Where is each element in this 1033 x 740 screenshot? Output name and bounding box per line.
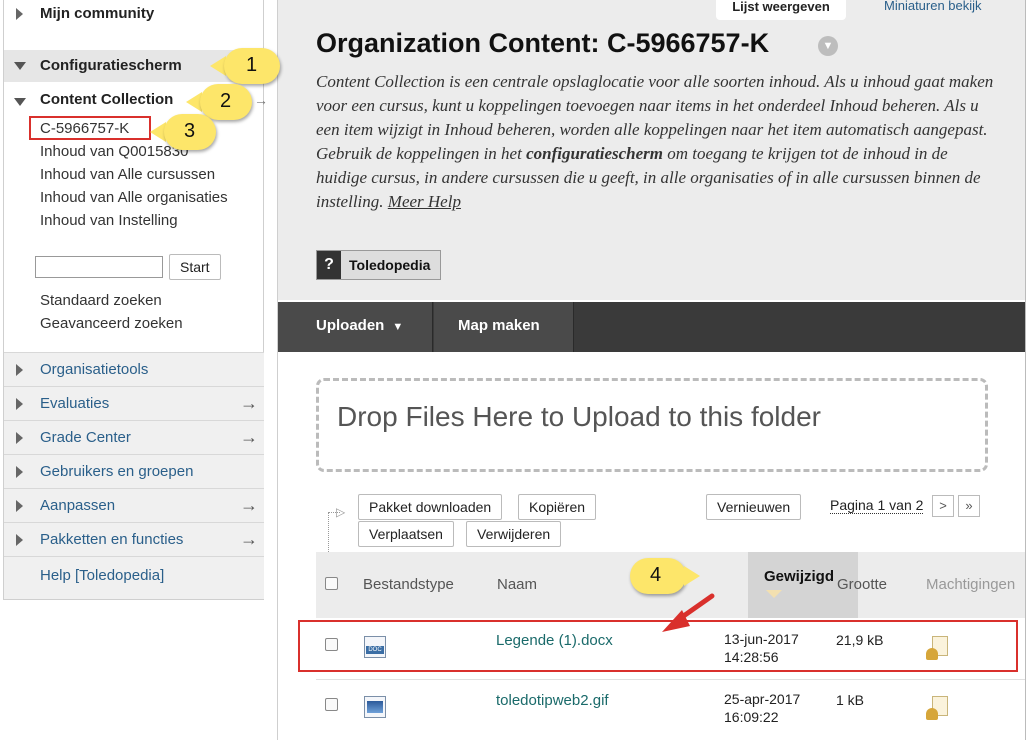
toledopedia-label: Toledopedia [349, 257, 431, 273]
section-label: Gebruikers en groepen [40, 463, 194, 480]
col-size[interactable]: Grootte [837, 576, 887, 593]
col-type[interactable]: Bestandstype [363, 576, 454, 593]
collapse-icon[interactable] [14, 98, 26, 106]
page-description: Content Collection is een centrale opsla… [316, 70, 996, 214]
description-bold: configuratiescherm [526, 144, 664, 163]
arrow-right-icon: → [240, 495, 258, 515]
expand-icon [16, 466, 23, 478]
section-evaluaties[interactable]: Evaluaties → [4, 386, 264, 420]
section-label: Organisatietools [40, 361, 149, 378]
file-time: 16:09:22 [724, 709, 779, 725]
list-view-tab[interactable]: Lijst weergeven [716, 0, 846, 20]
expand-icon [16, 398, 23, 410]
upload-label: Uploaden [316, 317, 385, 334]
arrow-right-icon: → [254, 92, 268, 108]
pagination-label[interactable]: Pagina 1 van 2 [830, 497, 924, 514]
expand-icon[interactable] [16, 8, 23, 20]
cc-item-all-courses[interactable]: Inhoud van Alle cursussen [40, 166, 215, 183]
permissions-icon[interactable] [926, 696, 950, 720]
section-label: Grade Center [40, 429, 131, 446]
section-label: Pakketten en functies [40, 531, 184, 548]
expand-icon [16, 432, 23, 444]
question-icon: ? [317, 251, 341, 279]
file-date: 25-apr-2017 [724, 691, 801, 707]
page-title: Organization Content: C-5966757-K [316, 28, 770, 58]
file-name-link[interactable]: toledotipweb2.gif [496, 692, 609, 709]
search-start-button[interactable]: Start [169, 254, 221, 280]
section-aanpassen[interactable]: Aanpassen → [4, 488, 264, 522]
callout-number: 4 [650, 564, 662, 586]
section-gebruikers[interactable]: Gebruikers en groepen [4, 454, 264, 488]
highlight-box [29, 116, 151, 140]
collapse-icon [14, 62, 26, 70]
callout-number: 2 [220, 90, 232, 112]
more-help-link[interactable]: Meer Help [388, 192, 461, 211]
page-header: Lijst weergeven Miniaturen bekijk Organi… [278, 0, 1026, 300]
window-edge [1025, 0, 1033, 740]
arrow-right-icon: → [240, 427, 258, 447]
callout-4: 4 [630, 558, 700, 594]
toledopedia-button[interactable]: ? Toledopedia [316, 250, 442, 280]
cc-item-all-orgs[interactable]: Inhoud van Alle organisaties [40, 189, 228, 206]
col-name[interactable]: Naam [497, 576, 537, 593]
section-label: Aanpassen [40, 497, 116, 514]
upload-dropzone[interactable]: Drop Files Here to Upload to this folder [316, 378, 988, 472]
callout-1: 1 [210, 48, 280, 84]
screenshot-stage: Mijn community Configuratiescherm Conten… [0, 0, 1033, 740]
thumbnail-view-link[interactable]: Miniaturen bekijk [884, 0, 982, 12]
move-button[interactable]: Verplaatsen [358, 521, 454, 547]
copy-button[interactable]: Kopiëren [518, 494, 597, 520]
expand-icon [16, 364, 23, 376]
delete-button[interactable]: Verwijderen [466, 521, 562, 547]
standard-search-link[interactable]: Standaard zoeken [40, 292, 162, 309]
help-link-row[interactable]: Help [Toledopedia] [4, 556, 264, 600]
image-icon [364, 696, 386, 718]
section-pakketten[interactable]: Pakketten en functies → [4, 522, 264, 556]
expand-icon [16, 500, 23, 512]
row-checkbox[interactable] [325, 698, 338, 711]
action-toolbar: Uploaden ▼ Map maken [278, 302, 1026, 352]
help-link[interactable]: Help [Toledopedia] [40, 567, 164, 584]
cc-item-institution[interactable]: Inhoud van Instelling [40, 212, 178, 229]
section-grade-center[interactable]: Grade Center → [4, 420, 264, 454]
file-modified: 25-apr-2017 16:09:22 [724, 690, 800, 726]
new-folder-button[interactable]: Map maken [434, 302, 574, 352]
callout-tip [684, 566, 700, 586]
search-input[interactable] [35, 256, 163, 278]
last-page-button[interactable]: » [958, 495, 980, 517]
col-permissions[interactable]: Machtigingen [926, 576, 1015, 593]
expand-icon [16, 534, 23, 546]
table-row[interactable]: toledotipweb2.gif 25-apr-2017 16:09:22 1 … [316, 682, 1026, 740]
arrow-right-icon: → [240, 393, 258, 413]
advanced-search-link[interactable]: Geavanceerd zoeken [40, 315, 183, 332]
next-page-button[interactable]: > [932, 495, 954, 517]
sidebar-community[interactable]: Mijn community [40, 5, 300, 22]
select-all-checkbox[interactable] [325, 577, 338, 590]
col-modified-label: Gewijzigd [764, 568, 835, 585]
highlight-box [298, 620, 1018, 672]
dropzone-text: Drop Files Here to Upload to this folder [337, 401, 821, 432]
arrow-right-icon: → [240, 529, 258, 549]
chevron-down-icon[interactable]: ▼ [818, 36, 838, 56]
callout-number: 3 [184, 120, 196, 142]
download-package-button[interactable]: Pakket downloaden [358, 494, 503, 520]
section-label: Evaluaties [40, 395, 110, 412]
arrow-right-icon: ▷ [336, 505, 346, 519]
sort-desc-icon [766, 590, 782, 598]
upload-button[interactable]: Uploaden ▼ [278, 302, 433, 352]
chevron-down-icon: ▼ [392, 321, 404, 333]
callout-number: 1 [246, 54, 258, 76]
callout-3: 3 [150, 114, 216, 150]
file-size: 1 kB [836, 692, 865, 708]
section-organisatietools[interactable]: Organisatietools [4, 352, 264, 386]
refresh-button[interactable]: Vernieuwen [706, 494, 802, 520]
